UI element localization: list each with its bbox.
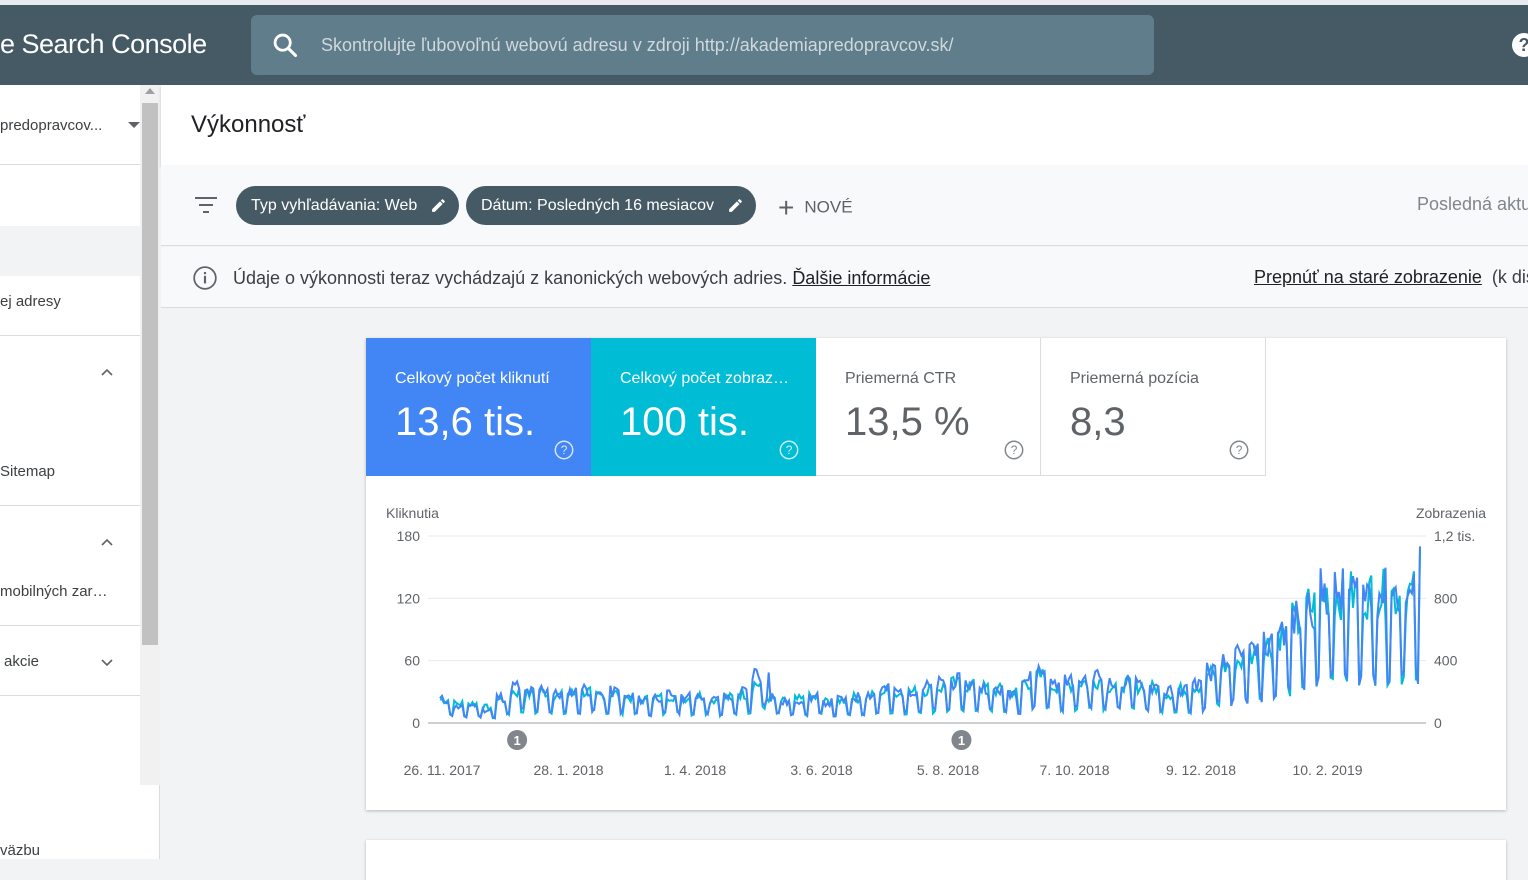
metric-total-clicks[interactable]: Celkový počet kliknutí 13,6 tis. ? xyxy=(366,338,591,476)
x-tick: 9. 12. 2018 xyxy=(1166,762,1236,778)
switch-note: (k disp xyxy=(1491,267,1528,287)
edit-pencil-icon[interactable] xyxy=(430,197,447,214)
performance-chart[interactable]: Kliknutia Zobrazenia 180 1,2 tis. 120 800 60 40… xyxy=(366,476,1506,810)
info-text: Údaje o výkonnosti teraz vychádzajú z ka… xyxy=(233,268,788,288)
x-tick: 7. 10. 2018 xyxy=(1039,762,1109,778)
x-tick: 28. 1. 2018 xyxy=(533,762,603,778)
metric-average-ctr[interactable]: Priemerná CTR 13,5 % ? xyxy=(816,338,1041,476)
search-placeholder[interactable]: Skontrolujte ľubovoľnú webovú adresu v z… xyxy=(321,35,954,56)
add-filter-label: NOVÉ xyxy=(804,197,853,217)
y-tick-right: 400 xyxy=(1434,653,1458,669)
sidebar-scroll-thumb[interactable] xyxy=(142,103,158,645)
metric-value: 8,3 xyxy=(1070,400,1126,444)
sidebar: predopravcov... ej adresy Sitemap mobiln… xyxy=(0,85,160,859)
info-banner: Údaje o výkonnosti teraz vychádzajú z ka… xyxy=(161,247,1528,308)
x-tick: 1. 4. 2018 xyxy=(664,762,726,778)
help-circle-icon[interactable]: ? xyxy=(1228,439,1250,461)
chip-label: Typ vyhľadávania: Web xyxy=(251,197,418,214)
y-tick-right: 800 xyxy=(1434,590,1458,606)
left-axis-title: Kliknutia xyxy=(386,505,439,521)
x-tick: 26. 11. 2017 xyxy=(404,762,481,778)
help-circle-icon[interactable]: ? xyxy=(778,439,800,461)
chip-label: Dátum: Posledných 16 mesiacov xyxy=(481,197,714,214)
svg-text:?: ? xyxy=(786,443,793,457)
metric-value: 100 tis. xyxy=(620,400,749,444)
annotation-label: 1 xyxy=(513,733,520,748)
metric-average-position[interactable]: Priemerná pozícia 8,3 ? xyxy=(1041,338,1266,476)
switch-view: Prepnúť na staré zobrazenie (k disp xyxy=(1254,267,1528,288)
svg-text:?: ? xyxy=(1011,443,1018,457)
y-tick-left: 0 xyxy=(412,715,420,731)
y-tick-right: 0 xyxy=(1434,715,1442,731)
filter-chip-search-type[interactable]: Typ vyhľadávania: Web xyxy=(236,186,460,225)
x-tick: 5. 8. 2018 xyxy=(917,762,979,778)
chevron-up-icon[interactable] xyxy=(100,365,114,379)
dropdown-caret-icon xyxy=(128,122,140,128)
help-circle-icon[interactable]: ? xyxy=(1003,439,1025,461)
metric-label: Celkový počet zobraz… xyxy=(620,370,789,387)
page-title: Výkonnosť xyxy=(191,111,306,138)
filter-bar: Typ vyhľadávania: Web Dátum: Posledných … xyxy=(161,165,1528,246)
app-brand[interactable]: e Search Console xyxy=(0,29,207,60)
sidebar-item-actions[interactable]: akcie xyxy=(4,653,39,670)
info-icon xyxy=(193,266,217,290)
switch-old-view-link[interactable]: Prepnúť na staré zobrazenie xyxy=(1254,267,1482,287)
sidebar-divider xyxy=(0,625,140,626)
last-update-text: Posledná aktu xyxy=(1417,194,1528,214)
filter-chip-date[interactable]: Dátum: Posledných 16 mesiacov xyxy=(466,186,756,225)
metric-value: 13,6 tis. xyxy=(395,400,536,444)
svg-text:?: ? xyxy=(561,443,568,457)
performance-card: Celkový počet kliknutí 13,6 tis. ? Celko… xyxy=(366,338,1506,810)
scroll-up-arrow-icon[interactable] xyxy=(145,88,155,94)
chevron-down-icon[interactable] xyxy=(100,655,114,669)
y-tick-left: 60 xyxy=(404,653,420,669)
top-bar: e Search Console Skontrolujte ľubovoľnú … xyxy=(0,0,1528,85)
metric-total-impressions[interactable]: Celkový počet zobraz… 100 tis. ? xyxy=(591,338,816,476)
sidebar-item-sitemap[interactable]: Sitemap xyxy=(0,463,55,480)
edit-pencil-icon[interactable] xyxy=(727,197,744,214)
annotation-label: 1 xyxy=(958,733,965,748)
x-tick: 10. 2. 2019 xyxy=(1292,762,1362,778)
help-icon[interactable]: ? xyxy=(1512,33,1528,57)
chevron-up-icon[interactable] xyxy=(100,535,114,549)
add-filter-button[interactable]: + NOVÉ xyxy=(778,192,853,224)
page-header: Výkonnosť xyxy=(161,85,1528,165)
property-name: predopravcov... xyxy=(0,117,103,134)
sidebar-divider xyxy=(0,335,140,336)
sidebar-divider xyxy=(0,695,140,696)
info-message: Údaje o výkonnosti teraz vychádzajú z ka… xyxy=(233,268,930,289)
y-tick-left: 120 xyxy=(397,590,421,606)
help-circle-icon[interactable]: ? xyxy=(553,439,575,461)
y-tick-right: 1,2 tis. xyxy=(1434,528,1475,544)
property-selector[interactable]: predopravcov... xyxy=(0,85,159,165)
url-inspection-search[interactable]: Skontrolujte ľubovoľnú webovú adresu v z… xyxy=(251,15,1154,75)
sidebar-item-mobile-usability[interactable]: mobilných zar… xyxy=(0,583,108,600)
queries-card xyxy=(366,840,1506,880)
sidebar-item-url-inspection[interactable]: ej adresy xyxy=(0,293,61,310)
sidebar-item-feedback[interactable]: väzbu xyxy=(0,842,40,859)
metric-label: Priemerná pozícia xyxy=(1070,370,1199,387)
svg-text:?: ? xyxy=(1236,443,1243,457)
clicks-line xyxy=(439,546,1421,720)
right-axis-title: Zobrazenia xyxy=(1416,505,1486,521)
metric-label: Celkový počet kliknutí xyxy=(395,370,550,387)
sidebar-item-active[interactable] xyxy=(0,226,140,276)
learn-more-link[interactable]: Ďalšie informácie xyxy=(792,268,930,288)
metric-value: 13,5 % xyxy=(845,400,970,444)
search-icon xyxy=(273,33,298,58)
sidebar-divider xyxy=(0,505,140,506)
filter-icon[interactable] xyxy=(194,195,218,215)
metric-label: Priemerná CTR xyxy=(845,370,957,387)
plus-icon: + xyxy=(778,192,795,223)
y-tick-left: 180 xyxy=(397,528,421,544)
x-tick: 3. 6. 2018 xyxy=(790,762,852,778)
